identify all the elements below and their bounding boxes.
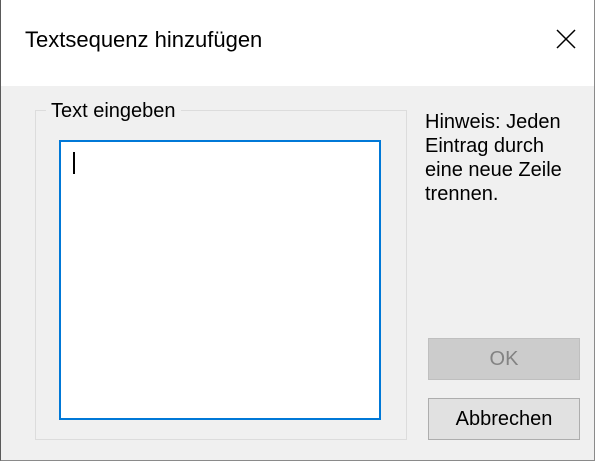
close-icon — [556, 29, 576, 49]
dialog-window: Textsequenz hinzufügen Text eingeben Hin… — [0, 0, 595, 461]
group-label: Text eingeben — [46, 99, 181, 123]
hint-text: Hinweis: Jeden Eintrag durch eine neue Z… — [425, 111, 562, 205]
cancel-button[interactable]: Abbrechen — [428, 398, 580, 440]
text-caret — [73, 152, 75, 174]
dialog-client-area: Text eingeben Hinweis: Jeden Eintrag dur… — [1, 86, 594, 460]
ok-button[interactable]: OK — [428, 338, 580, 380]
close-button[interactable] — [538, 14, 594, 64]
window-title: Textsequenz hinzufügen — [25, 27, 263, 52]
text-input-area[interactable] — [59, 140, 381, 420]
title-bar[interactable]: Textsequenz hinzufügen — [1, 0, 594, 86]
